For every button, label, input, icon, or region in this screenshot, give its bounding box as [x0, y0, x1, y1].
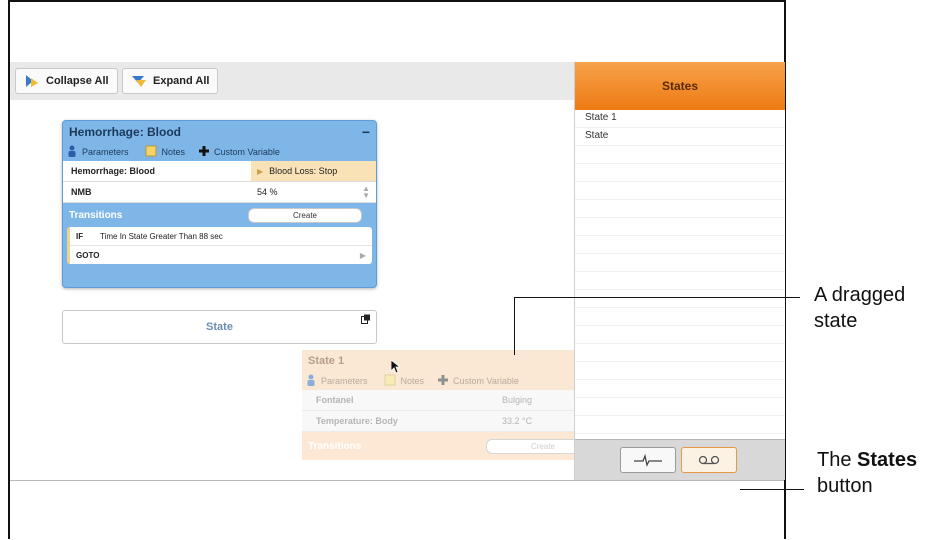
callout-line-dragged-horizontal [514, 297, 800, 298]
notes-icon [384, 374, 396, 388]
dragged-card-header[interactable]: State 1 − [302, 350, 614, 372]
parameter-value-text: Blood Loss: Stop [269, 166, 338, 176]
parameters-tab[interactable]: Parameters [82, 147, 129, 157]
parameter-value[interactable]: ▶ Blood Loss: Stop [251, 161, 376, 181]
states-list[interactable]: State 1 State [575, 110, 785, 440]
states-button[interactable] [681, 447, 737, 473]
transition-condition-row[interactable]: IF Time In State Greater Than 88 sec [70, 227, 372, 246]
condition-text: Time In State Greater Than 88 sec [100, 231, 223, 241]
parameters-icon [306, 374, 316, 388]
parameters-icon [67, 145, 77, 159]
expand-all-icon [132, 76, 146, 87]
card-tabs: Parameters Notes Custom Variable [63, 143, 376, 161]
dragged-parameter-row[interactable]: Fontanel Bulging [302, 390, 614, 411]
states-panel-header: States [575, 62, 785, 110]
callout-line-dragged-vertical [514, 297, 515, 355]
states-icon [698, 455, 720, 465]
callout-dragged-state: A dragged state [814, 282, 905, 334]
expand-all-button[interactable]: Expand All [122, 68, 219, 94]
dragged-parameter-value[interactable]: Bulging [496, 395, 532, 405]
parameter-row[interactable]: NMB 54 % ▲ ▼ [63, 182, 376, 203]
collapse-card-button[interactable]: − [362, 124, 370, 140]
dragged-parameter-value[interactable]: 33.2 °C [496, 416, 532, 426]
callout-states-prefix: The [817, 449, 858, 471]
transition-box[interactable]: IF Time In State Greater Than 88 sec GOT… [67, 227, 372, 264]
mouse-cursor-icon [391, 360, 401, 374]
custom-variable-tab[interactable]: Custom Variable [214, 147, 280, 157]
callout-states-bold: States [857, 449, 918, 471]
dragged-notes-tab[interactable]: Notes [401, 376, 425, 386]
toolbar: Collapse All Expand All [10, 62, 574, 101]
callout-dragged-line2: state [814, 310, 858, 332]
dragged-parameters-tab[interactable]: Parameters [321, 376, 368, 386]
states-list-item[interactable]: State [575, 128, 785, 146]
card-title: Hemorrhage: Blood [69, 125, 182, 139]
if-label: IF [76, 231, 84, 241]
dragged-parameter-name: Fontanel [316, 395, 354, 405]
panel-footer [575, 439, 785, 480]
callout-states-button: The States button [817, 447, 917, 499]
transitions-label: Transitions [69, 209, 123, 221]
dragged-state-card[interactable]: State 1 − Parameters Notes Custom Variab… [302, 350, 614, 468]
plus-icon [438, 375, 449, 387]
play-icon: ▶ [257, 166, 264, 176]
goto-label: GOTO [76, 250, 100, 260]
plus-icon [199, 146, 210, 158]
card-header[interactable]: Hemorrhage: Blood − [63, 121, 376, 143]
collapse-all-label: Collapse All [46, 75, 109, 87]
state-node[interactable]: State [62, 310, 377, 344]
notes-tab[interactable]: Notes [162, 147, 186, 157]
dragged-transitions-label: Transitions [308, 440, 362, 452]
physiology-button[interactable] [620, 447, 676, 473]
create-transition-button[interactable]: Create [248, 207, 362, 223]
bottom-area [10, 480, 784, 540]
states-panel: States State 1 State [574, 62, 785, 480]
pulse-icon [634, 453, 662, 467]
callout-line-states-button [740, 489, 804, 490]
parameter-row[interactable]: Hemorrhage: Blood ▶ Blood Loss: Stop [63, 161, 376, 182]
stepper-icon[interactable]: ▲ ▼ [362, 185, 370, 200]
parameter-name: Hemorrhage: Blood [71, 166, 156, 176]
goto-arrow-icon[interactable]: ▶ [360, 251, 366, 260]
parameter-name: NMB [71, 187, 92, 197]
state-node-label: State [206, 321, 233, 333]
dragged-custom-variable-tab[interactable]: Custom Variable [453, 376, 519, 386]
transitions-bar: Transitions Create [63, 203, 376, 227]
collapse-all-button[interactable]: Collapse All [15, 68, 118, 94]
dragged-parameter-name: Temperature: Body [316, 416, 398, 426]
callout-states-line2: button [817, 475, 873, 497]
transition-goto-row[interactable]: GOTO ▶ [70, 246, 372, 264]
parameter-value[interactable]: 54 % [251, 187, 362, 197]
state-card-hemorrhage[interactable]: Hemorrhage: Blood − Parameters Notes Cus… [62, 120, 377, 288]
notes-icon [145, 145, 157, 159]
expand-all-label: Expand All [153, 75, 210, 87]
collapse-all-icon [26, 75, 38, 87]
callout-dragged-line1: A dragged [814, 284, 906, 306]
dragged-card-tabs: Parameters Notes Custom Variable [302, 372, 614, 390]
dragged-card-title: State 1 [308, 355, 345, 367]
dragged-parameter-row[interactable]: Temperature: Body 33.2 °C [302, 411, 614, 432]
dragged-transitions-bar: Transitions Create [302, 432, 614, 460]
copy-icon[interactable] [361, 314, 371, 327]
states-list-item[interactable]: State 1 [575, 110, 785, 128]
